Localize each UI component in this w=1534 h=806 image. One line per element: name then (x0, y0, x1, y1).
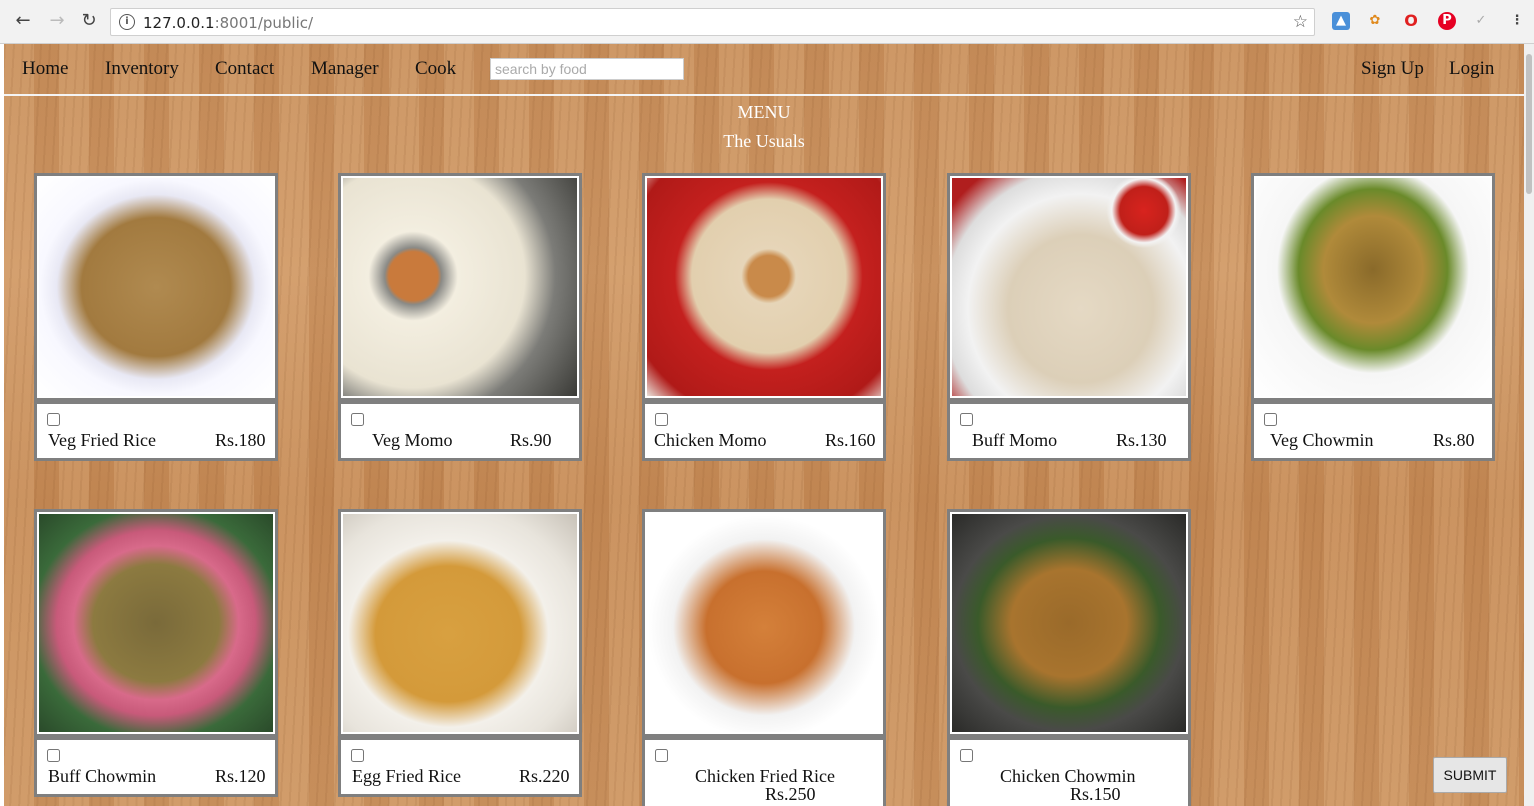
item-price: Rs.160 (825, 430, 876, 450)
item-name: Veg Fried Rice (48, 430, 156, 450)
item-checkbox[interactable] (47, 749, 60, 762)
item-price: Rs.90 (510, 430, 552, 450)
checkmark-icon[interactable]: ✓ (1472, 12, 1490, 30)
menu-item-info: Buff Chowmin Rs.120 (34, 737, 278, 797)
food-image (642, 509, 886, 737)
top-navigation: Home Inventory Contact Manager Cook Sign… (4, 44, 1524, 96)
item-checkbox[interactable] (960, 413, 973, 426)
item-checkbox[interactable] (351, 749, 364, 762)
address-bar[interactable]: i 127.0.0.1:8001/public/ ☆ (110, 8, 1315, 36)
nav-manager[interactable]: Manager (311, 58, 379, 80)
nav-inventory[interactable]: Inventory (105, 58, 179, 80)
item-price: Rs.120 (215, 766, 266, 786)
scrollbar-thumb[interactable] (1526, 54, 1532, 194)
food-image (947, 509, 1191, 737)
item-price: Rs.80 (1433, 430, 1475, 450)
page-body: Home Inventory Contact Manager Cook Sign… (4, 44, 1524, 806)
item-price: Rs.250 (765, 784, 816, 804)
nav-signup[interactable]: Sign Up (1361, 58, 1424, 80)
search-input[interactable] (490, 58, 684, 80)
menu-item-info: Veg Chowmin Rs.80 (1251, 401, 1495, 461)
item-checkbox[interactable] (960, 749, 973, 762)
food-image (338, 173, 582, 401)
menu-item-info: Egg Fried Rice Rs.220 (338, 737, 582, 797)
food-image (34, 509, 278, 737)
submit-button[interactable]: SUBMIT (1433, 757, 1507, 793)
pinterest-icon[interactable]: P (1438, 12, 1456, 30)
forward-icon[interactable]: → (46, 10, 68, 32)
food-image (1251, 173, 1495, 401)
menu-title: MENU (737, 102, 791, 122)
item-name: Egg Fried Rice (352, 766, 461, 786)
menu-kebab-icon[interactable]: ⋮ (1508, 12, 1526, 30)
item-checkbox[interactable] (351, 413, 364, 426)
item-name: Veg Momo (372, 430, 453, 450)
menu-item-info: Chicken Chowmin Rs.150 (947, 737, 1191, 806)
food-image (34, 173, 278, 401)
opera-icon[interactable]: O (1402, 12, 1420, 30)
info-icon[interactable]: i (119, 14, 135, 30)
bookmark-star-icon[interactable]: ☆ (1293, 12, 1308, 32)
item-name: Veg Chowmin (1270, 430, 1374, 450)
nav-home[interactable]: Home (22, 58, 68, 80)
item-name: Buff Chowmin (48, 766, 157, 786)
food-image (338, 509, 582, 737)
scrollbar[interactable] (1524, 44, 1534, 806)
item-name: Chicken Momo (654, 430, 767, 450)
food-image (947, 173, 1191, 401)
url-text: 127.0.0.1:8001/public/ (143, 14, 314, 32)
back-icon[interactable]: ← (12, 10, 34, 32)
extension-bowl-icon[interactable]: ✿ (1366, 12, 1384, 30)
item-checkbox[interactable] (655, 413, 668, 426)
nav-cook[interactable]: Cook (415, 58, 456, 80)
item-name: Buff Momo (972, 430, 1058, 450)
nav-login[interactable]: Login (1449, 58, 1494, 80)
item-checkbox[interactable] (655, 749, 668, 762)
food-image (642, 173, 886, 401)
menu-item-info: Veg Momo Rs.90 (338, 401, 582, 461)
item-checkbox[interactable] (47, 413, 60, 426)
menu-item-info: Chicken Momo Rs.160 (642, 401, 886, 461)
item-price: Rs.130 (1116, 430, 1167, 450)
item-price: Rs.180 (215, 430, 266, 450)
item-checkbox[interactable] (1264, 413, 1277, 426)
reload-icon[interactable]: ↻ (78, 10, 100, 32)
browser-toolbar: ← → ↻ i 127.0.0.1:8001/public/ ☆ ▲ ✿ O P… (0, 0, 1534, 44)
menu-subtitle: The Usuals (723, 131, 805, 151)
nav-contact[interactable]: Contact (215, 58, 274, 80)
item-price: Rs.150 (1070, 784, 1121, 804)
menu-item-info: Buff Momo Rs.130 (947, 401, 1191, 461)
menu-item-info: Chicken Fried Rice Rs.250 (642, 737, 886, 806)
item-price: Rs.220 (519, 766, 570, 786)
menu-item-info: Veg Fried Rice Rs.180 (34, 401, 278, 461)
extension-icon[interactable]: ▲ (1332, 12, 1350, 30)
